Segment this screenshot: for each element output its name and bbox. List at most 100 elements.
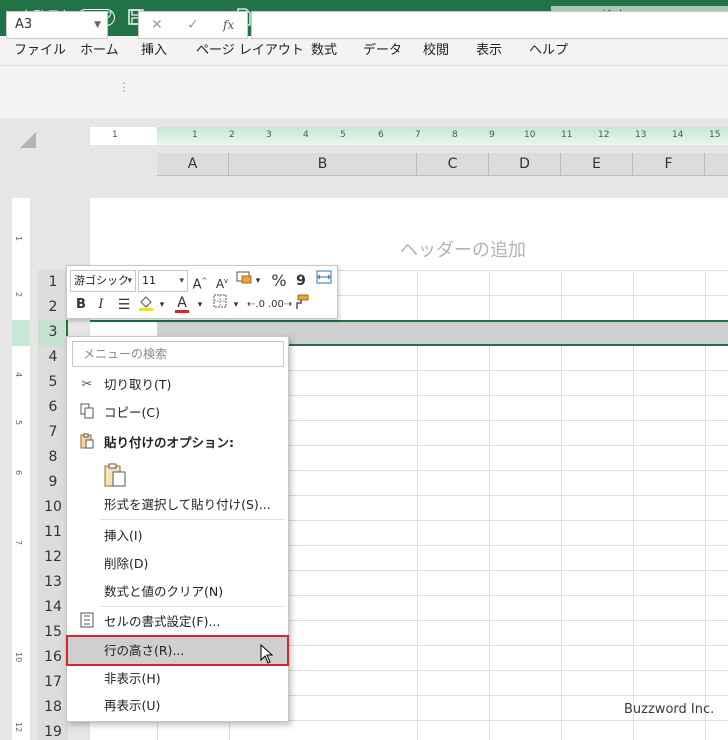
menu-formulas[interactable]: 数式 xyxy=(311,36,337,66)
format-cells-icon xyxy=(79,612,95,632)
row-header-4[interactable]: 4 xyxy=(38,345,68,370)
row-header-5[interactable]: 5 xyxy=(38,370,68,395)
row-header-7[interactable]: 7 xyxy=(38,420,68,445)
menu-page-layout[interactable]: ページ レイアウト xyxy=(196,36,304,66)
italic-button[interactable]: I xyxy=(93,294,109,316)
column-header-d[interactable]: D xyxy=(489,153,561,176)
row-header-12[interactable]: 12 xyxy=(38,545,68,570)
ruler-tick: 12 xyxy=(14,722,23,733)
ruler-tick: 5 xyxy=(14,420,23,426)
row-header-10[interactable]: 10 xyxy=(38,495,68,520)
column-header-g[interactable] xyxy=(705,153,728,176)
row-header-11[interactable]: 11 xyxy=(38,520,68,545)
font-name-select[interactable]: 游ゴシック ▾ xyxy=(70,270,136,292)
menu-view[interactable]: 表示 xyxy=(476,36,502,66)
header-placeholder[interactable]: ヘッダーの追加 xyxy=(400,236,526,262)
chevron-down-icon[interactable]: ▼ xyxy=(94,12,101,38)
chevron-down-icon[interactable]: ▾ xyxy=(231,294,241,316)
chevron-down-icon[interactable]: ▾ xyxy=(157,294,167,316)
ruler-tick: 7 xyxy=(415,130,421,140)
increase-font-icon[interactable]: A^ xyxy=(191,270,209,292)
row-header-8[interactable]: 8 xyxy=(38,445,68,470)
ruler-tick: 5 xyxy=(340,130,346,140)
fill-color-icon[interactable] xyxy=(137,294,155,316)
row-header-9[interactable]: 9 xyxy=(38,470,68,495)
menu-item-label: 切り取り(T) xyxy=(104,377,172,392)
ruler-tick: 11 xyxy=(561,130,573,140)
ruler-tick: 2 xyxy=(229,130,235,140)
menu-file[interactable]: ファイル xyxy=(14,36,66,66)
number-format-icon[interactable] xyxy=(235,270,253,292)
splitter-dots-icon[interactable]: ⋮ xyxy=(118,80,130,94)
menu-insert[interactable]: 挿入 xyxy=(141,36,167,66)
row-header-15[interactable]: 15 xyxy=(38,620,68,645)
row-header-17[interactable]: 17 xyxy=(38,670,68,695)
ruler-tick: 7 xyxy=(14,540,23,546)
row-header-13[interactable]: 13 xyxy=(38,570,68,595)
borders-icon[interactable] xyxy=(211,294,229,316)
enter-icon[interactable]: ✓ xyxy=(187,12,199,38)
paste-button-icon[interactable] xyxy=(102,462,128,488)
row-header-16[interactable]: 16 xyxy=(38,645,68,670)
font-color-icon[interactable]: A xyxy=(173,292,191,314)
name-box[interactable]: A3 ▼ xyxy=(6,11,108,39)
row-header-14[interactable]: 14 xyxy=(38,595,68,620)
menu-item-delete[interactable]: 削除(D) xyxy=(67,550,288,578)
menu-item-label: 非表示(H) xyxy=(104,671,161,686)
chevron-down-icon[interactable]: ▾ xyxy=(253,270,263,292)
increase-decimal-icon[interactable]: ⇠.0 xyxy=(246,294,266,316)
ruler-tick: 15 xyxy=(709,130,721,140)
menu-data[interactable]: データ xyxy=(363,36,402,66)
format-painter-icon[interactable] xyxy=(291,294,311,316)
column-header-a[interactable]: A xyxy=(157,153,229,176)
menu-help[interactable]: ヘルプ xyxy=(529,36,568,66)
menu-item-clear-contents[interactable]: 数式と値のクリア(N) xyxy=(67,578,288,606)
insert-function-icon[interactable]: fx xyxy=(223,12,234,38)
chevron-down-icon: ▾ xyxy=(127,276,132,286)
menu-item-copy[interactable]: コピー(C) xyxy=(67,399,288,427)
ruler-tick: 4 xyxy=(303,130,309,140)
column-header-c[interactable]: C xyxy=(417,153,489,176)
merge-center-icon[interactable] xyxy=(314,270,334,292)
menu-item-unhide[interactable]: 再表示(U) xyxy=(67,692,288,720)
font-size-select[interactable]: 11 ▾ xyxy=(138,270,188,292)
chevron-down-icon[interactable]: ▾ xyxy=(195,294,205,316)
decrease-font-icon[interactable]: Av xyxy=(213,270,231,292)
row-header-2[interactable]: 2 xyxy=(38,295,68,320)
row-header-1[interactable]: 1 xyxy=(38,270,68,295)
row-header-19[interactable]: 19 xyxy=(38,720,68,740)
column-header-e[interactable]: E xyxy=(561,153,633,176)
chevron-down-icon: ▾ xyxy=(179,276,184,286)
menu-item-label: 挿入(I) xyxy=(104,528,143,543)
cancel-icon[interactable]: ✕ xyxy=(151,12,163,38)
column-header-b[interactable]: B xyxy=(229,153,417,176)
menu-search-input[interactable]: メニューの検索 xyxy=(72,341,284,367)
menu-item-hide[interactable]: 非表示(H) xyxy=(67,665,288,693)
menu-review[interactable]: 校閲 xyxy=(423,36,449,66)
menu-home[interactable]: ホーム xyxy=(80,36,119,66)
menu-item-format-cells[interactable]: セルの書式設定(F)... xyxy=(67,608,288,636)
copy-icon xyxy=(79,403,95,423)
ruler-tick: 4 xyxy=(14,372,23,378)
select-all-corner[interactable] xyxy=(20,132,36,148)
bold-button[interactable]: B xyxy=(73,294,89,316)
row-header-3[interactable]: 3 xyxy=(38,320,68,345)
menu-item-insert[interactable]: 挿入(I) xyxy=(67,522,288,550)
ruler-tick: 3 xyxy=(266,130,272,140)
font-name-value: 游ゴシック xyxy=(74,274,129,287)
menu-item-label: 数式と値のクリア(N) xyxy=(104,584,224,599)
column-header-f[interactable]: F xyxy=(633,153,705,176)
comma-style-button[interactable]: 9 xyxy=(294,270,308,292)
percent-style-button[interactable]: % xyxy=(270,270,288,292)
row-header-6[interactable]: 6 xyxy=(38,395,68,420)
align-center-icon[interactable]: ☰ xyxy=(115,294,133,316)
formula-buttons: ✕ ✓ fx xyxy=(138,11,248,39)
row-header-18[interactable]: 18 xyxy=(38,695,68,720)
menu-item-label: 貼り付けのオプション: xyxy=(104,435,234,450)
formula-input[interactable] xyxy=(251,11,728,39)
menu-item-cut[interactable]: ✂ 切り取り(T) xyxy=(67,371,288,399)
ruler-tick: 13 xyxy=(635,130,647,140)
menu-item-row-height[interactable]: 行の高さ(R)... xyxy=(66,635,289,666)
decrease-decimal-icon[interactable]: .00⇢ xyxy=(268,294,292,316)
menu-item-paste-special[interactable]: 形式を選択して貼り付け(S)... xyxy=(67,491,288,519)
